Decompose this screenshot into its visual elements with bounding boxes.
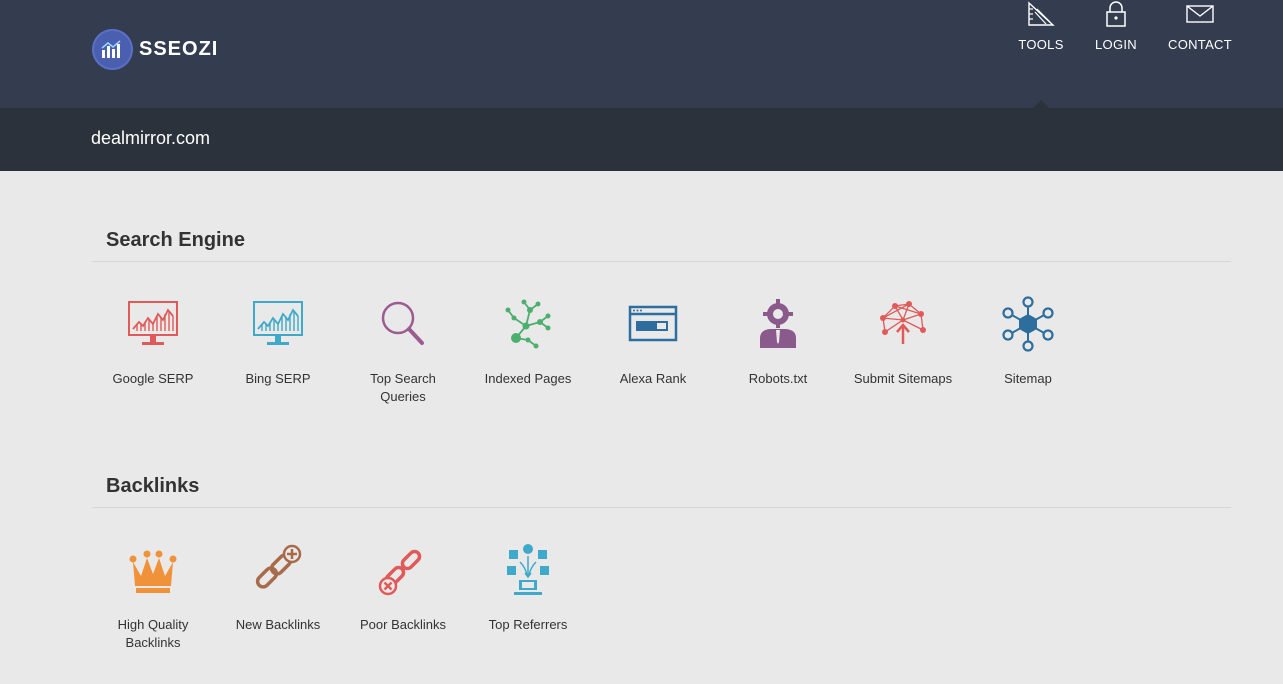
tool-google-serp[interactable]: Google SERP <box>98 296 208 388</box>
tool-label: Submit Sitemaps <box>853 371 953 386</box>
tool-label: Bing SERP <box>245 371 311 386</box>
tool-label: Google SERP <box>112 371 194 386</box>
hub-nodes-icon <box>1002 296 1054 352</box>
nav-contact[interactable]: CONTACT <box>1158 0 1242 52</box>
nav-login-label: LOGIN <box>1095 37 1137 52</box>
tool-high-quality-backlinks[interactable]: High Quality Backlinks <box>98 542 208 652</box>
tool-label: Poor Backlinks <box>360 617 446 632</box>
tool-poor-backlinks[interactable]: Poor Backlinks <box>348 542 458 634</box>
active-nav-indicator <box>1033 100 1049 108</box>
tools-icon <box>1028 1 1055 26</box>
tool-top-search-queries[interactable]: Top Search Queries <box>348 296 458 406</box>
crown-icon <box>129 550 177 593</box>
tool-top-referrers[interactable]: Top Referrers <box>473 542 583 634</box>
site-logo[interactable]: SSEOZI <box>92 29 218 70</box>
tool-label: High Quality Backlinks <box>117 617 189 650</box>
chain-broken-icon <box>378 549 422 596</box>
tool-label: Sitemap <box>1004 371 1052 386</box>
section-divider <box>92 261 1231 262</box>
browser-window-icon <box>628 305 678 342</box>
domain-bar: dealmirror.com <box>0 108 1283 171</box>
tool-label: New Backlinks <box>235 617 321 632</box>
node-tree-icon <box>505 299 551 349</box>
tool-label: Top Referrers <box>488 617 568 632</box>
envelope-icon <box>1186 5 1214 23</box>
tool-bing-serp[interactable]: Bing SERP <box>223 296 333 388</box>
chain-add-icon <box>255 544 302 589</box>
section-title-backlinks: Backlinks <box>106 475 200 497</box>
section-divider <box>92 507 1231 508</box>
social-referrers-icon <box>507 544 549 595</box>
lock-icon <box>1106 1 1126 27</box>
domain-title: dealmirror.com <box>91 128 211 148</box>
tool-robots-txt[interactable]: Robots.txt <box>723 296 833 388</box>
tool-label: Alexa Rank <box>619 371 687 386</box>
tool-label: Indexed Pages <box>484 371 572 386</box>
magnifier-icon <box>381 301 424 345</box>
nav-tools-label: TOOLS <box>1018 37 1064 52</box>
tool-new-backlinks[interactable]: New Backlinks <box>223 542 333 634</box>
tool-label: Robots.txt <box>748 371 808 386</box>
nav-login[interactable]: LOGIN <box>1074 0 1158 52</box>
network-upload-icon <box>880 301 926 344</box>
top-navbar: SSEOZI TOOLS LOGIN CONTACT <box>0 0 1283 108</box>
tool-alexa-rank[interactable]: Alexa Rank <box>598 296 708 388</box>
logo-chart-icon <box>92 29 133 70</box>
section-title-search-engine: Search Engine <box>106 229 245 251</box>
nav-tools[interactable]: TOOLS <box>999 0 1083 52</box>
tool-indexed-pages[interactable]: Indexed Pages <box>473 296 583 388</box>
monitor-chart-icon <box>128 301 178 345</box>
tool-sitemap[interactable]: Sitemap <box>973 296 1083 388</box>
robot-person-icon <box>760 299 796 348</box>
tool-label: Top Search Queries <box>370 371 436 404</box>
nav-contact-label: CONTACT <box>1168 37 1232 52</box>
monitor-chart-icon <box>253 301 303 345</box>
tool-submit-sitemaps[interactable]: Submit Sitemaps <box>848 296 958 388</box>
logo-text: SSEOZI <box>139 38 219 60</box>
